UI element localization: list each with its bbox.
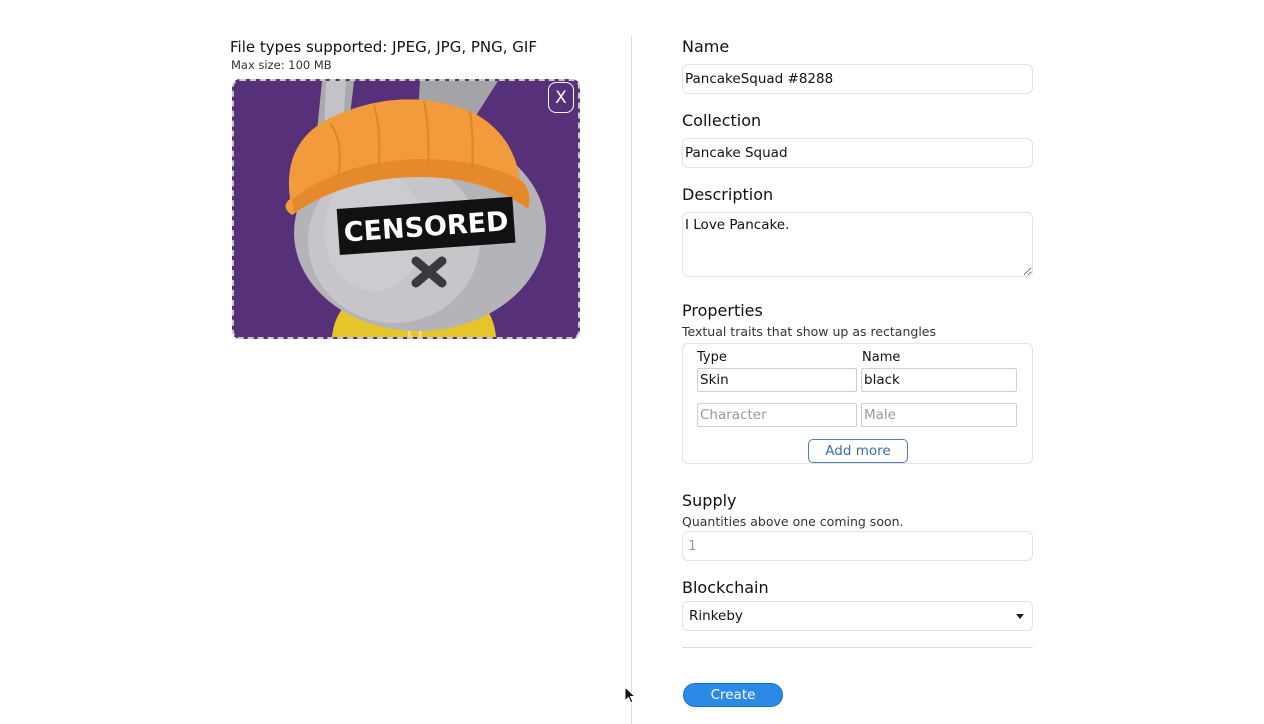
image-dropzone[interactable]: CENSORED bbox=[232, 79, 580, 339]
trait-name-input[interactable] bbox=[861, 368, 1017, 392]
blockchain-label: Blockchain bbox=[682, 578, 769, 597]
trait-name-input[interactable] bbox=[861, 403, 1017, 427]
create-nft-page: File types supported: JPEG, JPG, PNG, GI… bbox=[0, 0, 1264, 724]
type-column-header: Type bbox=[697, 350, 727, 365]
collection-input[interactable] bbox=[682, 138, 1033, 168]
description-label: Description bbox=[682, 185, 774, 204]
supply-label: Supply bbox=[682, 491, 737, 510]
mouse-pointer-icon bbox=[624, 686, 636, 704]
close-icon: X bbox=[555, 88, 567, 108]
collection-label: Collection bbox=[682, 111, 762, 130]
create-button[interactable]: Create bbox=[683, 683, 783, 707]
file-types-text: File types supported: JPEG, JPG, PNG, GI… bbox=[230, 38, 537, 56]
max-size-text: Max size: 100 MB bbox=[231, 58, 332, 72]
properties-box: Type Name Add more bbox=[682, 343, 1033, 464]
name-input[interactable] bbox=[682, 64, 1033, 94]
trait-type-input[interactable] bbox=[697, 403, 857, 427]
description-textarea[interactable]: I Love Pancake. bbox=[682, 212, 1033, 277]
supply-input[interactable] bbox=[682, 531, 1033, 561]
blockchain-selected-value: Rinkeby bbox=[689, 608, 743, 624]
add-more-button[interactable]: Add more bbox=[808, 439, 908, 463]
properties-label: Properties bbox=[682, 301, 763, 320]
nft-preview-image: CENSORED bbox=[234, 81, 578, 337]
remove-image-button[interactable]: X bbox=[548, 82, 574, 113]
form-divider bbox=[682, 647, 1033, 648]
blockchain-select[interactable]: Rinkeby bbox=[682, 601, 1033, 631]
trait-type-input[interactable] bbox=[697, 368, 857, 392]
column-divider bbox=[631, 36, 632, 724]
name-column-header: Name bbox=[862, 350, 901, 365]
properties-hint: Textual traits that show up as rectangle… bbox=[682, 324, 937, 339]
upload-section: File types supported: JPEG, JPG, PNG, GI… bbox=[230, 36, 582, 339]
chevron-down-icon bbox=[1016, 614, 1024, 619]
name-label: Name bbox=[682, 37, 730, 56]
supply-hint: Quantities above one coming soon. bbox=[682, 514, 904, 529]
